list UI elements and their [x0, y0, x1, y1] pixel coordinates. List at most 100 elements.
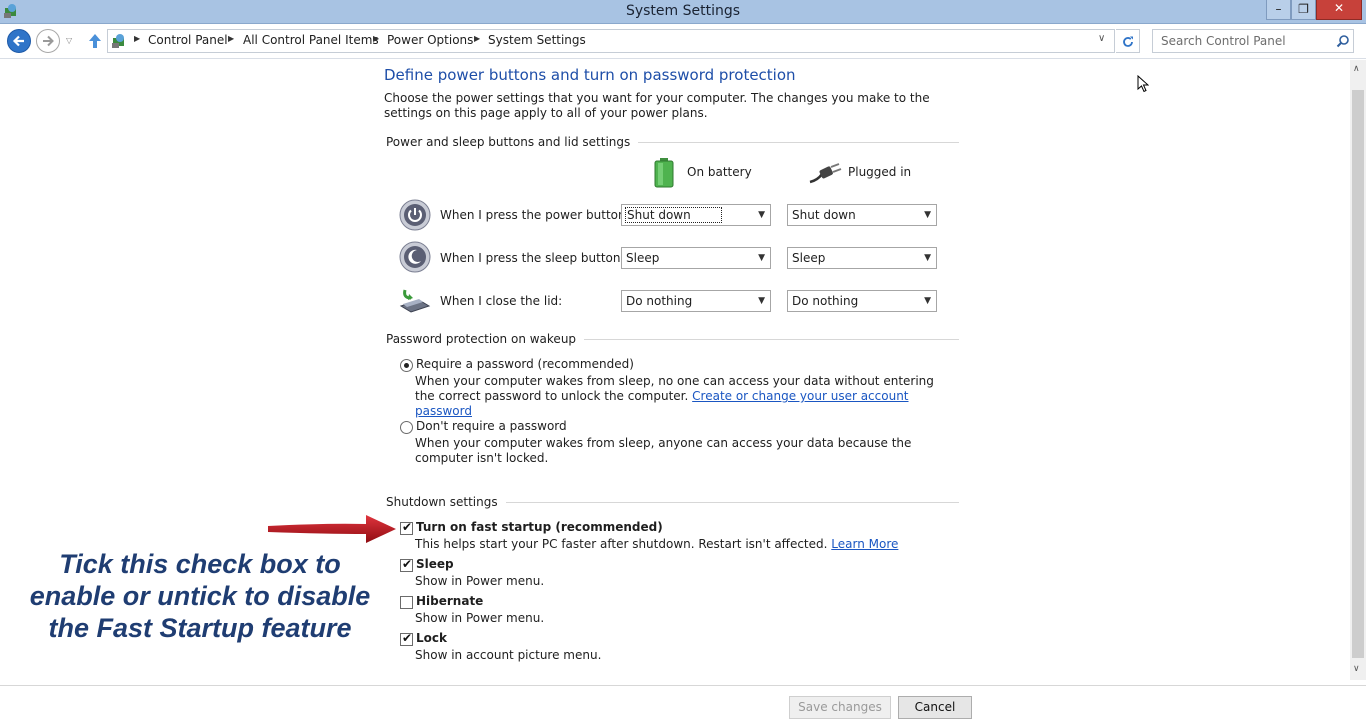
select-value: Sleep	[792, 251, 826, 265]
lock-label[interactable]: Lock	[416, 631, 447, 645]
sleep-checkbox[interactable]: ✔	[400, 557, 413, 572]
close-lid-label: When I close the lid:	[440, 294, 563, 308]
no-password-label[interactable]: Don't require a password	[416, 419, 567, 433]
breadcrumb-control-panel[interactable]: Control Panel	[148, 33, 228, 47]
fast-startup-text: This helps start your PC faster after sh…	[415, 537, 828, 551]
require-password-radio[interactable]	[400, 359, 413, 372]
recent-locations-dropdown-icon[interactable]: ▽	[66, 36, 72, 45]
sleep-button-plugged-select[interactable]: Sleep ▼	[787, 247, 937, 269]
select-value: Do nothing	[792, 294, 859, 308]
breadcrumb-separator-icon[interactable]: ▶	[228, 34, 234, 43]
refresh-button[interactable]	[1116, 29, 1140, 53]
footer-bar: Save changes Cancel	[0, 685, 1366, 728]
select-value: Shut down	[792, 208, 856, 222]
search-box[interactable]	[1152, 29, 1354, 53]
breadcrumb-all-items[interactable]: All Control Panel Items	[243, 33, 379, 47]
scroll-up-icon[interactable]: ∧	[1353, 64, 1360, 74]
fast-startup-checkbox[interactable]: ✔	[400, 520, 413, 535]
sleep-label[interactable]: Sleep	[416, 557, 454, 571]
close-lid-battery-select[interactable]: Do nothing ▼	[621, 290, 771, 312]
scrollbar-thumb[interactable]	[1352, 90, 1364, 658]
require-password-description: When your computer wakes from sleep, no …	[415, 374, 945, 419]
breadcrumb-power-options[interactable]: Power Options	[387, 33, 473, 47]
control-panel-icon	[112, 34, 124, 48]
sleep-description: Show in Power menu.	[415, 574, 545, 588]
navigation-bar: ▽ ▶ Control Panel ▶ All Control Panel It…	[0, 24, 1366, 59]
address-dropdown-icon[interactable]: ∨	[1098, 33, 1105, 44]
chevron-down-icon: ▼	[924, 296, 931, 306]
select-value: Sleep	[626, 251, 660, 265]
back-button[interactable]	[7, 29, 31, 53]
lock-description: Show in account picture menu.	[415, 648, 602, 662]
power-button-icon	[399, 199, 431, 231]
content-area: Define power buttons and turn on passwor…	[0, 60, 1350, 685]
power-button-label: When I press the power button:	[440, 208, 630, 222]
annotation-line: enable or untick to disable	[29, 581, 371, 611]
address-bar[interactable]: ▶ Control Panel ▶ All Control Panel Item…	[107, 29, 1115, 53]
search-icon[interactable]	[1336, 34, 1350, 48]
checkmark-icon: ✔	[402, 520, 413, 534]
fast-startup-label[interactable]: Turn on fast startup (recommended)	[416, 520, 663, 534]
select-value: Shut down	[625, 207, 722, 223]
sleep-button-label: When I press the sleep button:	[440, 251, 625, 265]
restore-icon: ❐	[1298, 2, 1309, 16]
annotation-arrow-icon	[268, 515, 396, 543]
sleep-button-battery-select[interactable]: Sleep ▼	[621, 247, 771, 269]
page-title: Define power buttons and turn on passwor…	[384, 66, 796, 84]
column-header-plugged-in: Plugged in	[848, 165, 912, 179]
chevron-down-icon: ▼	[924, 253, 931, 263]
power-button-plugged-select[interactable]: Shut down ▼	[787, 204, 937, 226]
chevron-down-icon: ▼	[924, 210, 931, 220]
learn-more-link[interactable]: Learn More	[831, 537, 898, 551]
close-button[interactable]: ✕	[1316, 0, 1362, 20]
annotation-line: the Fast Startup feature	[48, 613, 352, 643]
section-title-password: Password protection on wakeup	[386, 332, 585, 346]
select-value: Do nothing	[626, 294, 693, 308]
require-password-label[interactable]: Require a password (recommended)	[416, 357, 634, 371]
page-intro: Choose the power settings that you want …	[384, 91, 930, 120]
vertical-scrollbar[interactable]: ∧ ∨	[1350, 60, 1366, 680]
battery-icon	[654, 158, 674, 188]
power-button-battery-select[interactable]: Shut down ▼	[621, 204, 771, 226]
hibernate-checkbox[interactable]	[400, 596, 413, 609]
scroll-down-icon[interactable]: ∨	[1353, 664, 1360, 674]
plug-icon	[809, 163, 842, 184]
breadcrumb-separator-icon[interactable]: ▶	[373, 34, 379, 43]
close-icon: ✕	[1333, 1, 1345, 15]
fast-startup-description: This helps start your PC faster after sh…	[415, 537, 945, 552]
section-title-buttons: Power and sleep buttons and lid settings	[386, 135, 639, 149]
forward-arrow-icon	[43, 35, 54, 47]
annotation-line: Tick this check box to	[59, 549, 341, 579]
up-arrow-icon[interactable]	[86, 32, 104, 50]
hibernate-label[interactable]: Hibernate	[416, 594, 483, 608]
checkmark-icon: ✔	[402, 557, 413, 571]
breadcrumb-separator-icon[interactable]: ▶	[134, 34, 140, 43]
column-header-on-battery: On battery	[687, 165, 752, 179]
mouse-cursor-icon	[1137, 75, 1149, 93]
no-password-description: When your computer wakes from sleep, any…	[415, 436, 912, 465]
window-title: System Settings	[625, 3, 741, 19]
forward-button[interactable]	[36, 29, 60, 53]
minimize-icon: –	[1275, 2, 1282, 16]
restore-button[interactable]: ❐	[1291, 0, 1316, 20]
checkmark-icon: ✔	[402, 631, 413, 645]
no-password-radio[interactable]	[400, 421, 413, 434]
hibernate-description: Show in Power menu.	[415, 611, 545, 625]
chevron-down-icon: ▼	[758, 253, 765, 263]
search-input[interactable]	[1153, 30, 1333, 52]
breadcrumb-system-settings[interactable]: System Settings	[488, 33, 586, 47]
annotation-text: Tick this check box to enable or untick …	[22, 548, 378, 644]
refresh-icon	[1123, 36, 1133, 47]
sleep-button-icon	[399, 241, 431, 273]
chevron-down-icon: ▼	[758, 210, 765, 220]
lock-checkbox[interactable]: ✔	[400, 631, 413, 646]
minimize-button[interactable]: –	[1266, 0, 1291, 20]
breadcrumb-separator-icon[interactable]: ▶	[474, 34, 480, 43]
cancel-button[interactable]: Cancel	[898, 696, 972, 719]
save-changes-button[interactable]: Save changes	[789, 696, 891, 719]
chevron-down-icon: ▼	[758, 296, 765, 306]
section-title-shutdown: Shutdown settings	[386, 495, 506, 509]
title-bar: System Settings – ❐ ✕	[0, 0, 1366, 24]
laptop-lid-icon	[399, 289, 431, 313]
close-lid-plugged-select[interactable]: Do nothing ▼	[787, 290, 937, 312]
